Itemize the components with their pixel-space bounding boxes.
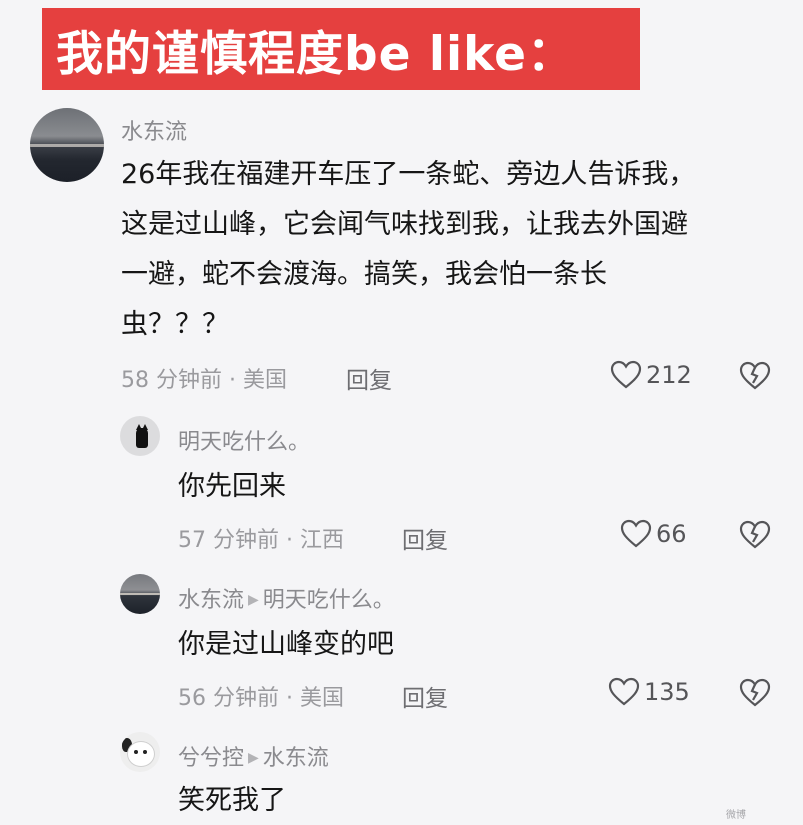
comment-text: 26年我在福建开车压了一条蛇、旁边人告诉我， 这是过山峰，它会闻气味找到我，让我… bbox=[121, 150, 781, 350]
reply-to-username[interactable]: 水东流 bbox=[263, 746, 329, 771]
title-banner: 我的谨慎程度be like： bbox=[42, 8, 640, 90]
like-count: 212 bbox=[646, 361, 692, 389]
reply-username-line: 水东流 ▶ 明天吃什么。 bbox=[178, 582, 395, 614]
like-button[interactable]: 212 bbox=[610, 360, 692, 390]
reply-username[interactable]: 兮兮控 bbox=[178, 746, 244, 771]
dislike-button[interactable] bbox=[738, 361, 772, 395]
reply-text: 笑死我了 bbox=[178, 785, 286, 816]
comment-username[interactable]: 水东流 bbox=[121, 114, 187, 146]
reply-button[interactable]: 回复 bbox=[346, 361, 392, 395]
reply-button[interactable]: 回复 bbox=[402, 679, 448, 713]
comment-screenshot: 我的谨慎程度be like： 水东流 26年我在福建开车压了一条蛇、旁边人告诉我… bbox=[0, 0, 803, 825]
avatar[interactable] bbox=[120, 574, 160, 614]
heart-outline-icon bbox=[610, 360, 642, 389]
broken-heart-icon bbox=[739, 520, 771, 549]
dislike-button[interactable] bbox=[738, 678, 772, 712]
reply-text: 你先回来 bbox=[178, 471, 286, 502]
reply-username[interactable]: 水东流 bbox=[178, 588, 244, 613]
heart-outline-icon bbox=[620, 519, 652, 548]
like-count: 66 bbox=[656, 520, 687, 548]
reply-button[interactable]: 回复 bbox=[402, 521, 448, 555]
comment-text-line: 26年我在福建开车压了一条蛇、旁边人告诉我， bbox=[121, 159, 696, 190]
watermark: 微博 bbox=[726, 810, 746, 821]
broken-heart-icon bbox=[739, 361, 771, 390]
avatar[interactable] bbox=[120, 732, 160, 772]
comment-time-location: 58 分钟前 · 美国 bbox=[121, 368, 287, 393]
reply-to-username[interactable]: 明天吃什么。 bbox=[263, 588, 395, 613]
banner-title: 我的谨慎程度be like： bbox=[56, 26, 575, 82]
like-button[interactable]: 66 bbox=[620, 519, 687, 549]
triangle-right-icon: ▶ bbox=[248, 592, 259, 608]
comment-text-line: 虫？？？ bbox=[121, 309, 229, 340]
reply-username[interactable]: 明天吃什么。 bbox=[178, 424, 310, 456]
comment-text-line: 这是过山峰，它会闻气味找到我，让我去外国避 bbox=[121, 209, 688, 240]
like-button[interactable]: 135 bbox=[608, 677, 690, 707]
dislike-button[interactable] bbox=[738, 520, 772, 554]
triangle-right-icon: ▶ bbox=[248, 750, 259, 766]
reply-username-line: 兮兮控 ▶ 水东流 bbox=[178, 740, 329, 772]
reply-time-location: 56 分钟前 · 美国 bbox=[178, 686, 344, 711]
heart-outline-icon bbox=[608, 677, 640, 706]
like-count: 135 bbox=[644, 678, 690, 706]
broken-heart-icon bbox=[739, 678, 771, 707]
avatar[interactable] bbox=[120, 416, 160, 456]
avatar[interactable] bbox=[30, 108, 104, 182]
comment-text-line: 一避，蛇不会渡海。搞笑，我会怕一条长 bbox=[121, 259, 607, 290]
reply-time-location: 57 分钟前 · 江西 bbox=[178, 528, 344, 553]
reply-text: 你是过山峰变的吧 bbox=[178, 629, 394, 660]
